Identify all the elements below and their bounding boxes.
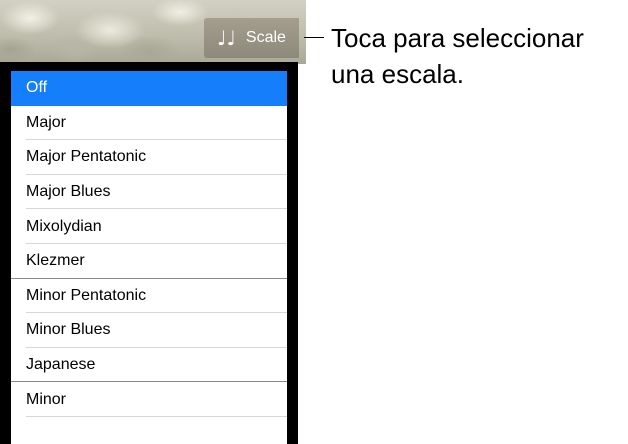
scale-item-label: Minor [26,390,67,408]
scale-list: Off Major Major Pentatonic Major Blues M… [11,71,287,444]
scale-button-label: Scale [245,29,286,46]
scale-item-label: Major [26,113,67,131]
scale-item-label: Mixolydian [26,217,102,235]
scale-item-major-blues[interactable]: Major Blues [11,175,287,210]
scale-item-off[interactable]: Off [11,71,287,106]
scale-item-major[interactable]: Major [11,106,287,141]
scale-item-mixolydian[interactable]: Mixolydian [11,209,287,244]
callout-line [304,37,324,38]
scale-item-label: Klezmer [26,252,85,270]
callout-text: Toca para seleccionar una escala. [331,23,584,89]
scale-item-label: Off [26,79,48,97]
scale-item-japanese[interactable]: Japanese [11,348,287,383]
scale-item-label: Major Blues [26,183,111,201]
scale-item-label: Major Pentatonic [26,148,147,166]
music-notes-icon: ♩♩ [217,26,236,50]
scale-item-major-pentatonic[interactable]: Major Pentatonic [11,140,287,175]
scale-item-label: Minor Pentatonic [26,286,147,304]
scale-button[interactable]: ♩♩ Scale [204,18,299,58]
scale-item-minor-pentatonic[interactable]: Minor Pentatonic [11,279,287,314]
scale-item-label: Japanese [26,356,96,374]
scale-item-label: Minor Blues [26,321,111,339]
scale-item-minor-blues[interactable]: Minor Blues [11,313,287,348]
scale-item-minor[interactable]: Minor [11,382,287,417]
scale-popover: Off Major Major Pentatonic Major Blues M… [0,62,298,444]
scale-item-klezmer[interactable]: Klezmer [11,244,287,279]
